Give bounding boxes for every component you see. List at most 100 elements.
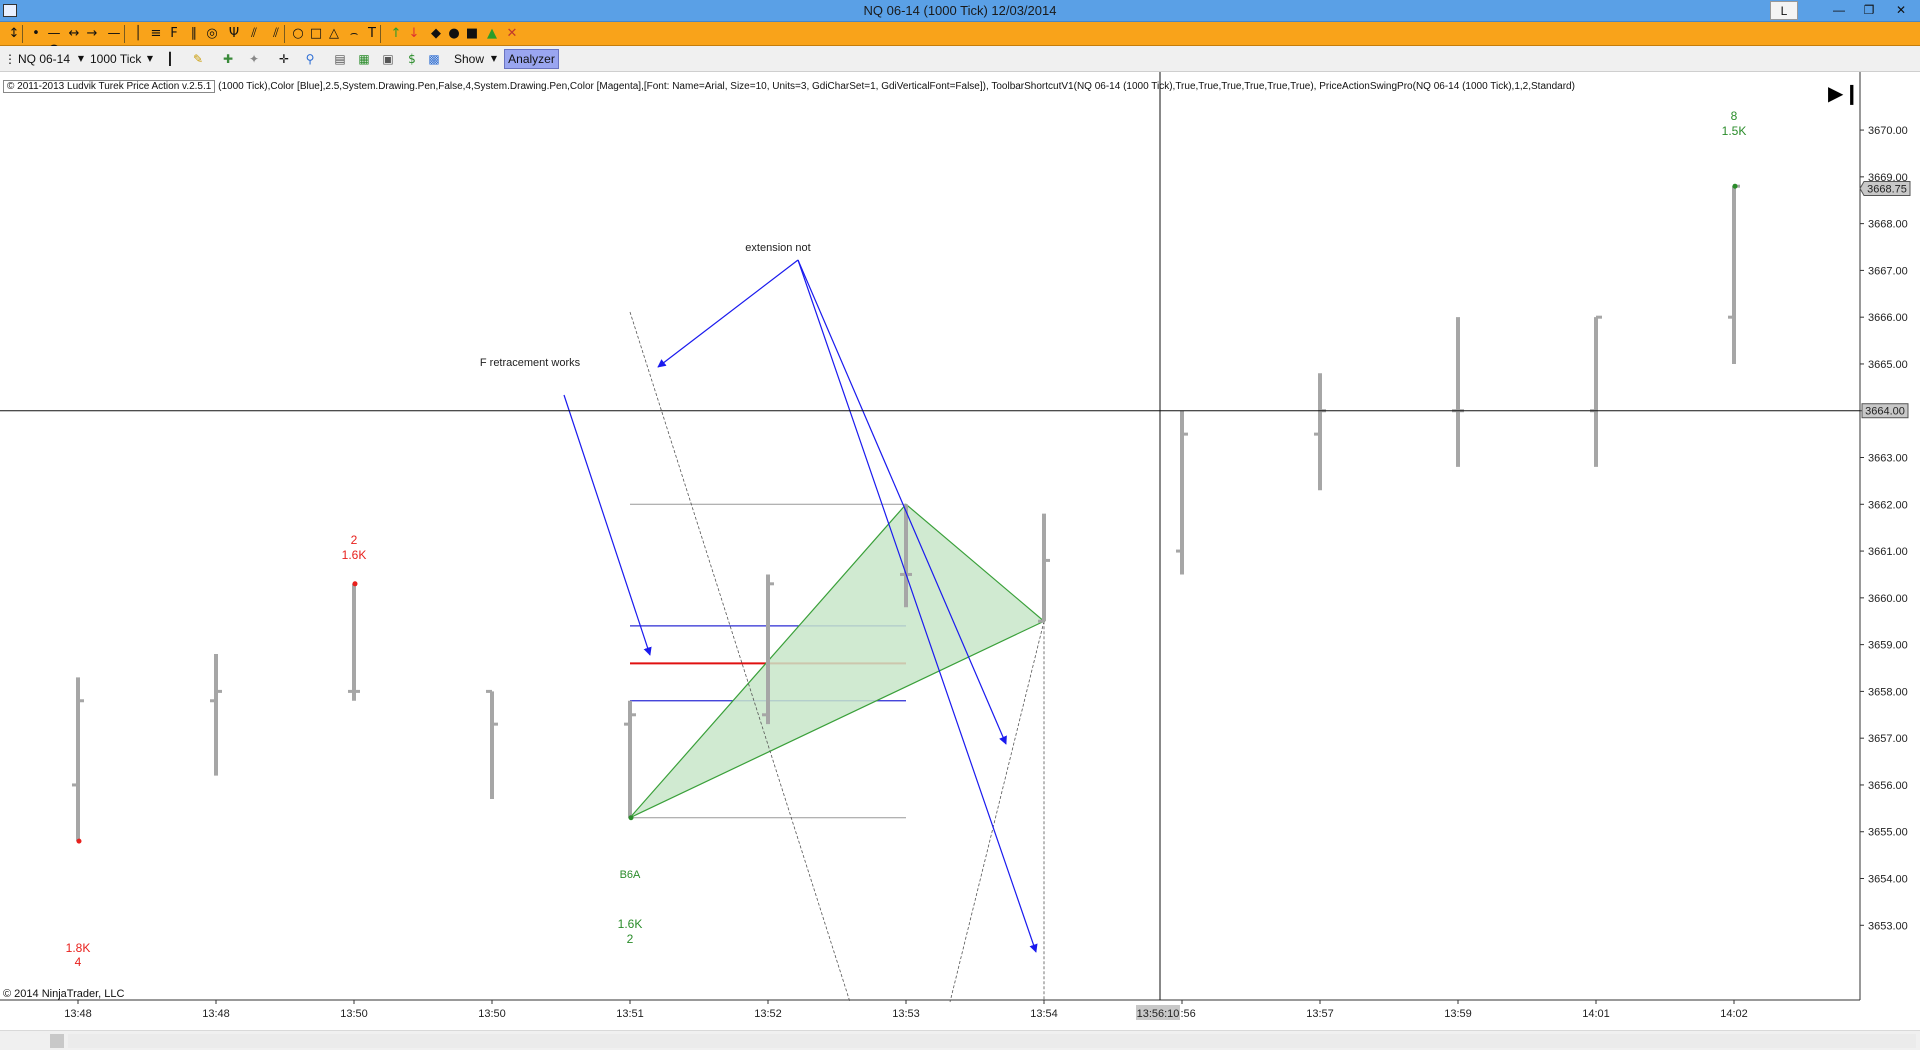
arrow-down-icon[interactable]: ↑	[388, 26, 404, 42]
horizontal-line-icon[interactable]: →	[84, 26, 100, 42]
time-axis-label: 13:50	[340, 1008, 368, 1020]
ray-icon[interactable]: •—	[28, 26, 44, 57]
interval-dropdown-icon[interactable]: ▼	[142, 51, 158, 67]
fibonacci-extension-icon[interactable]: ≡	[148, 26, 164, 42]
arrow-up-icon[interactable]: T	[364, 26, 380, 42]
time-axis-label: 13:53	[892, 1008, 920, 1020]
regression-channel-icon[interactable]: ⫽	[246, 26, 262, 42]
cursor-icon[interactable]: ↕	[6, 26, 22, 42]
swing-volume-label: 1.6K	[342, 548, 367, 562]
show-menu[interactable]: Show	[454, 51, 484, 67]
arrow-line-icon[interactable]: ↔	[66, 26, 82, 42]
scrollbar-track[interactable]	[68, 1034, 1916, 1048]
remove-drawings-icon[interactable]: ✕	[504, 26, 520, 42]
crosshair-icon[interactable]: ✛	[276, 51, 292, 67]
data-box-icon[interactable]: ▦	[356, 51, 372, 67]
triangle-up-icon[interactable]: ■	[464, 26, 480, 42]
price-axis-label: 3666.00	[1868, 312, 1908, 324]
last-price-label: 3668.75	[1867, 184, 1907, 196]
dot-icon[interactable]: ◆	[428, 26, 444, 42]
swing-volume-label: 1.5K	[1722, 124, 1747, 138]
annotation-arrow	[657, 259, 799, 368]
close-icon[interactable]: ✕	[1886, 1, 1916, 20]
andrews-pitchfork-icon[interactable]: ◎	[204, 26, 220, 42]
strategy-icon[interactable]: ✦	[246, 51, 262, 67]
gann-fan-icon[interactable]: Ψ	[226, 26, 242, 42]
minimize-icon[interactable]: —	[1826, 1, 1852, 20]
price-axis-label: 3656.00	[1868, 780, 1908, 792]
price-axis-label: 3663.00	[1868, 453, 1908, 465]
price-axis-label: 3667.00	[1868, 265, 1908, 277]
instrument-selector[interactable]: NQ 06-14	[18, 51, 70, 67]
text-icon[interactable]: ⌢	[346, 26, 362, 42]
price-axis-label: 3654.00	[1868, 874, 1908, 886]
price-axis-label: 3670.00	[1868, 125, 1908, 137]
time-axis-label: 13:48	[202, 1008, 230, 1020]
chart-toolbar: ⋮ NQ 06-14 ▼ 1000 Tick ▼ ┃ ✎ ✚ ✦ ✛ ⚲ ▤ ▦…	[0, 46, 1920, 72]
price-axis-label: 3655.00	[1868, 827, 1908, 839]
swing-volume-label: 2	[351, 533, 358, 547]
time-axis-label: 13:59	[1444, 1008, 1472, 1020]
rectangle-icon[interactable]: ○	[290, 26, 306, 42]
title-bar: NQ 06-14 (1000 Tick) 12/03/2014 L — ❐ ✕	[0, 0, 1920, 22]
swing-volume-label: 2	[627, 932, 634, 946]
swing-volume-label: 4	[75, 955, 82, 969]
toolbar-separator	[284, 25, 285, 43]
retracement-annotation: F retracement works	[480, 357, 581, 369]
bar-style-icon[interactable]: ┃	[162, 51, 178, 67]
price-axis-label: 3657.00	[1868, 733, 1908, 745]
pattern-triangle[interactable]	[629, 503, 1046, 819]
scrollbar-thumb[interactable]	[50, 1034, 64, 1048]
time-axis-label: 13:54	[1030, 1008, 1058, 1020]
show-dropdown-icon[interactable]: ▼	[486, 51, 502, 67]
swing-volume-label: 1.6K	[618, 917, 643, 931]
diamond-icon[interactable]: ↓	[406, 26, 422, 42]
triangle-icon[interactable]: □	[308, 26, 324, 42]
fibonacci-circle-icon[interactable]: ∥	[186, 26, 202, 42]
swing-high-dot	[352, 581, 358, 587]
scroll-to-end-icon[interactable]: ▶❙	[1828, 82, 1860, 104]
crosshair-price-label: 3664.00	[1865, 406, 1905, 418]
zoom-icon[interactable]: ⚲	[302, 51, 318, 67]
square-icon[interactable]: ●	[446, 26, 462, 42]
vertical-line-icon[interactable]: —	[106, 26, 122, 42]
arc-icon[interactable]: △	[326, 26, 342, 42]
time-axis-label: 13:52	[754, 1008, 782, 1020]
swing-volume-label: 1.8K	[66, 941, 91, 955]
annotation-arrow	[563, 394, 652, 656]
ellipse-icon[interactable]: ⫽	[268, 26, 284, 42]
price-axis-label: 3658.00	[1868, 686, 1908, 698]
fibonacci-time-icon[interactable]: F	[166, 26, 182, 42]
interval-selector[interactable]: 1000 Tick	[90, 51, 141, 67]
price-axis-label: 3668.00	[1868, 219, 1908, 231]
price-axis-label: 3661.00	[1868, 546, 1908, 558]
toolbar-separator	[124, 25, 125, 43]
layout-button[interactable]: L	[1770, 1, 1798, 20]
dollar-icon[interactable]: $	[404, 51, 420, 67]
properties-icon[interactable]: ▤	[332, 51, 348, 67]
instrument-dropdown-icon[interactable]: ▼	[73, 51, 89, 67]
triangle-down-icon[interactable]: ▲	[484, 26, 500, 42]
swing-volume-label: 8	[1731, 109, 1738, 123]
chart-panel[interactable]: 3670.00 3669.00 3668.00 3667.00 3666.00 3665.…	[0, 72, 1920, 1030]
template-icon[interactable]: ▩	[426, 51, 442, 67]
time-axis-label: 14:02	[1720, 1008, 1748, 1020]
pencil-icon[interactable]: ✎	[190, 51, 206, 67]
add-indicator-icon[interactable]: ✚	[220, 51, 236, 67]
price-chart[interactable]: 3670.003669.003668.003667.003666.003665.…	[0, 72, 1920, 1030]
time-axis-label: 14:01	[1582, 1008, 1610, 1020]
extended-line-icon[interactable]: —●	[46, 26, 62, 57]
ninjatrader-copyright: © 2014 NinjaTrader, LLC	[3, 988, 125, 1000]
price-axis-label: 3659.00	[1868, 640, 1908, 652]
restore-icon[interactable]: ❐	[1856, 1, 1882, 20]
time-axis-label: 13:57	[1306, 1008, 1334, 1020]
fibonacci-retracement-icon[interactable]: │	[130, 26, 146, 42]
time-axis-label: 13:48	[64, 1008, 92, 1020]
chart-trader-icon[interactable]: ▣	[380, 51, 396, 67]
time-axis-label: 13:51	[616, 1008, 644, 1020]
horizontal-scrollbar[interactable]	[0, 1030, 1920, 1050]
price-action-copyright: © 2011-2013 Ludvik Turek Price Action v.…	[3, 80, 216, 93]
analyzer-button[interactable]: Analyzer	[504, 49, 559, 69]
projection-line-2	[949, 621, 1045, 1003]
swing-low-dot	[76, 838, 82, 844]
